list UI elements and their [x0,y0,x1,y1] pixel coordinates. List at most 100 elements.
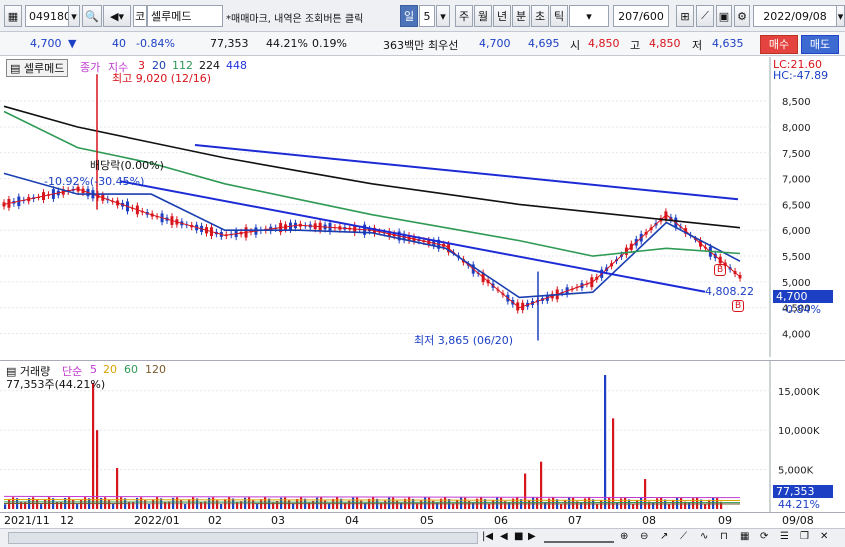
period-tick[interactable]: 틱 [550,5,568,27]
sell-button[interactable]: 매도 [801,35,839,54]
x-tick: 07 [568,514,582,527]
high-label: 고 [630,39,641,52]
count-max: /600 [639,9,664,23]
pointer-icon[interactable]: ↗ [660,531,668,542]
buy-mark-2[interactable]: B [732,300,745,312]
volume-bar [184,503,187,509]
current-pct-tag: -0.84% [782,303,821,316]
volume-bar [216,500,219,509]
menu-icon[interactable]: ☰ [780,531,789,542]
volume-bar [72,499,75,509]
period-week[interactable]: 주 [455,5,473,27]
date-field[interactable]: 2022/09/08 [753,5,837,27]
speaker-icon[interactable]: ◀▾ [103,5,131,27]
refresh-icon[interactable]: ⟳ [760,531,768,542]
window-icon[interactable]: ❐ [800,531,809,542]
volume-bar [456,500,459,509]
volume-bar [180,500,183,509]
volume-chart[interactable]: 15,000K 10,000K 5,000K [0,361,845,513]
zoom-out-icon[interactable]: ⊖ [640,531,648,542]
stock-code-input[interactable]: 049180 [25,5,71,27]
stock-tag: ▤ 셀루메드 [6,59,69,77]
volume-chart-panel[interactable]: 15,000K 10,000K 5,000K ▤ 거래량 단순 5 20 60 12… [0,360,845,513]
ruler-icon[interactable]: ⊓ [720,531,728,542]
save-icon[interactable]: ▣ [716,5,732,27]
volume-bar [228,497,231,509]
x-tick: 12 [60,514,74,527]
period-count[interactable]: 5 [419,5,435,27]
market-prefix: 코 [133,5,147,27]
buy-button[interactable]: 매수 [760,35,798,54]
zoom-icon[interactable]: ⊕ [620,531,628,542]
scroll-track[interactable] [8,532,478,544]
price-chart-panel[interactable]: 8,500 8,000 7,500 7,000 6,500 6,000 5,500 5,000… [0,57,845,357]
settings-icon[interactable]: ⚙ [734,5,750,27]
volume-bar [640,497,643,509]
volume-bar [552,497,555,509]
period-input[interactable]: ▾ [569,5,609,27]
volume-bar [516,497,519,509]
wave-tool-icon[interactable]: ∿ [700,531,708,542]
volume-bar [696,497,699,509]
volume-bar [532,497,535,509]
volume-bar [8,499,11,509]
prev-icon[interactable]: ◀ [500,531,508,542]
stop-icon[interactable]: ■ [514,531,523,542]
grid-icon[interactable]: ⊞ [676,5,694,27]
stock-tag-label: 셀루메드 [23,62,65,75]
volume-bar [604,375,607,509]
volume-bar [540,461,543,509]
stock-tag-icon: ▤ [10,62,24,75]
stock-name-field[interactable]: 셀루메드 [147,5,223,27]
volume-bar [116,468,119,509]
volume-bar [596,503,599,509]
first-icon[interactable]: |◀ [482,531,493,542]
period-minute[interactable]: 분 [512,5,530,27]
change-percent: -0.84% [136,37,175,50]
open-price: 4,850 [588,37,620,50]
volume-bar [36,499,39,509]
volume-bar [40,504,43,509]
high-annotation: 최고 9,020 (12/16) [112,72,212,85]
volume-bar [676,497,679,509]
x-tick: 09 [718,514,732,527]
volume-bar [496,497,499,509]
chart-tool-icon[interactable]: ⟋ [696,5,714,27]
notice-text: *매매마크, 내역은 조회버튼 클릭 [226,14,364,25]
vol-y-tick-label: 15,000K [778,387,820,398]
buy-mark-1[interactable]: B [714,264,727,276]
dividend-annotation: 배당락(0.00%) [90,159,164,172]
x-tick: 06 [494,514,508,527]
volume-bar [4,504,7,509]
calendar-icon[interactable]: ▾ [836,5,845,27]
volume-bar [92,382,95,509]
zoom-slider[interactable] [544,533,614,543]
next-icon[interactable]: ▶ [528,531,536,542]
search-icon[interactable]: 🔍 [82,5,102,27]
period-year[interactable]: 년 [493,5,511,27]
legend-close: 종가 [80,61,101,74]
window-menu-icon[interactable]: ▦ [4,5,22,27]
period-second[interactable]: 초 [531,5,549,27]
x-tick-last: 09/08 [782,514,814,527]
volume-bar [624,497,627,509]
layout-icon[interactable]: ▦ [740,531,749,542]
volume-bar [636,500,639,509]
turnover: 0.19% [312,37,347,50]
price-chart[interactable]: 8,500 8,000 7,500 7,000 6,500 6,000 5,500 5,000… [0,57,845,357]
code-dropdown-icon[interactable]: ▾ [68,5,80,27]
trade-amount: 363백만 [383,39,425,52]
vol-y-tick-label: 5,000K [778,466,814,477]
close-icon[interactable]: ✕ [820,531,828,542]
line-tool-icon[interactable]: ⟋ [680,531,687,542]
period-count-dropdown[interactable]: ▾ [436,5,450,27]
period-month[interactable]: 월 [474,5,492,27]
volume-bar [220,503,223,509]
x-tick: 2021/11 [4,514,50,527]
volume-bar [76,504,79,509]
volume-bar [616,502,619,509]
volume-bar [108,499,111,509]
count-field[interactable]: 207/600 [613,5,669,27]
current-volume-tag: 77,353 [773,485,833,498]
period-day[interactable]: 일 [400,5,418,27]
